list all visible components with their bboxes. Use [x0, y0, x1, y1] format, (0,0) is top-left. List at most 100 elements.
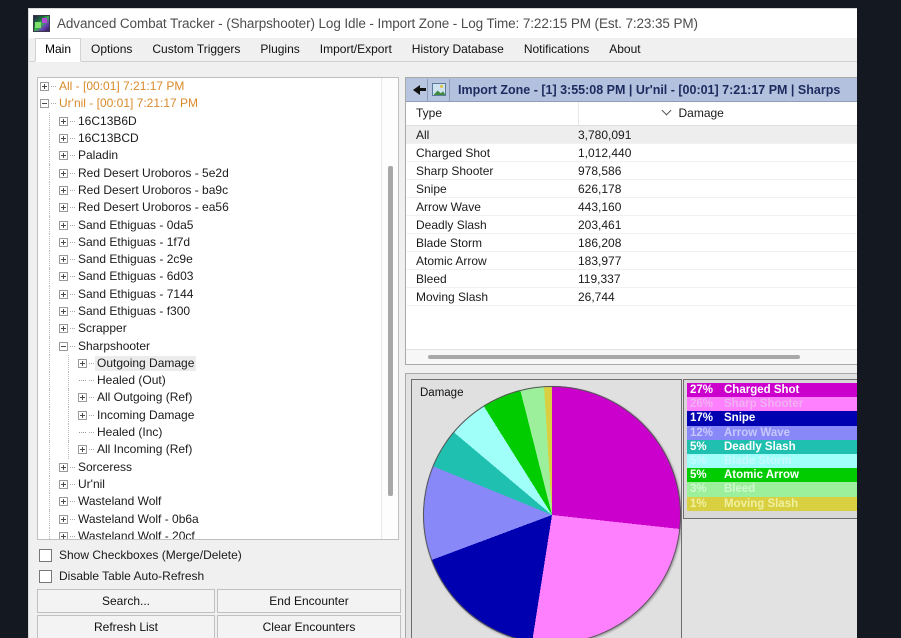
tree-item[interactable]: Sand Ethiguas - 6d03 [38, 268, 381, 286]
tree-item[interactable]: 16C13BCD [38, 129, 381, 148]
tree-expand-icon[interactable] [59, 203, 68, 213]
pie-chart[interactable] [423, 386, 681, 638]
table-row[interactable]: Deadly Slash 203,461 [406, 215, 857, 234]
tree-expand-icon[interactable] [59, 272, 68, 282]
tree-item[interactable]: Wasteland Wolf [38, 493, 381, 511]
tree-item[interactable]: Sand Ethiguas - 1f7d [38, 233, 381, 252]
legend-item[interactable]: 3% Bleed [687, 482, 857, 497]
tree-vertical-scrollbar[interactable] [381, 78, 398, 539]
tree-item[interactable]: Red Desert Uroboros - ba9c [38, 181, 381, 200]
tree-scrollbar-thumb[interactable] [388, 166, 393, 496]
column-header-damage[interactable]: Damage [578, 102, 857, 126]
legend-item[interactable]: 27% Charged Shot [687, 383, 857, 398]
tree-expand-icon[interactable] [78, 358, 87, 368]
table-row[interactable]: Atomic Arrow 183,977 [406, 251, 857, 270]
tree-item[interactable]: Sand Ethiguas - f300 [38, 302, 381, 321]
tree-expand-icon[interactable] [78, 445, 87, 455]
tree-item[interactable]: Scrapper [38, 320, 381, 338]
refresh-list-button[interactable]: Refresh List [37, 615, 215, 638]
tab-plugins[interactable]: Plugins [250, 38, 309, 62]
show-checkboxes-option[interactable]: Show Checkboxes (Merge/Delete) [39, 548, 242, 562]
encounter-tree[interactable]: All - [00:01] 7:21:17 PM Ur'nil - [00:01]… [38, 78, 381, 539]
legend-item[interactable]: 5% Atomic Arrow [687, 468, 857, 483]
tree-item[interactable]: Sharpshooter [38, 337, 381, 356]
tree-expand-icon[interactable] [59, 324, 68, 334]
table-row[interactable]: Moving Slash 26,744 [406, 287, 857, 306]
tree-expand-icon[interactable] [40, 82, 49, 92]
tree-expand-icon[interactable] [78, 393, 87, 403]
tree-item[interactable]: All Incoming (Ref) [38, 441, 381, 459]
tab-import-export[interactable]: Import/Export [310, 38, 402, 62]
tree-item[interactable]: Incoming Damage [38, 406, 381, 425]
table-row[interactable]: All 3,780,091 [406, 125, 857, 144]
tree-expand-icon[interactable] [59, 185, 68, 195]
tree-expand-icon[interactable] [59, 497, 68, 507]
tree-item[interactable]: Healed (Inc) [38, 423, 381, 442]
tree-expand-icon[interactable] [59, 289, 68, 299]
table-row[interactable]: Bleed 119,337 [406, 269, 857, 288]
disable-autorefresh-option[interactable]: Disable Table Auto-Refresh [39, 569, 204, 583]
tree-item-label: Wasteland Wolf - 0b6a [78, 511, 199, 526]
tree-expand-icon[interactable] [78, 410, 87, 420]
tree-expand-icon[interactable] [59, 307, 68, 316]
tree-item[interactable]: All - [00:01] 7:21:17 PM [38, 78, 381, 95]
tree-item[interactable]: Healed (Out) [38, 372, 381, 390]
tree-item[interactable]: Paladin [38, 147, 381, 165]
tree-item[interactable]: Ur'nil - [00:01] 7:21:17 PM [38, 95, 381, 112]
tab-notifications[interactable]: Notifications [514, 38, 599, 62]
tree-item[interactable]: All Outgoing (Ref) [38, 389, 381, 407]
end-encounter-button[interactable]: End Encounter [217, 589, 401, 613]
tree-expand-icon[interactable] [59, 462, 68, 472]
column-header-type[interactable]: Type [406, 102, 579, 126]
tree-item[interactable]: Wasteland Wolf - 20cf [38, 527, 381, 539]
table-row[interactable]: Charged Shot 1,012,440 [406, 143, 857, 162]
table-row[interactable]: Sharp Shooter 978,586 [406, 161, 857, 180]
tree-expand-icon[interactable] [59, 514, 68, 524]
legend-item[interactable]: 1% Moving Slash [687, 496, 857, 511]
tree-expand-icon[interactable] [59, 479, 68, 489]
tree-item[interactable]: Sand Ethiguas - 0da5 [38, 216, 381, 234]
tree-expand-icon[interactable] [59, 531, 68, 539]
table-row[interactable]: Arrow Wave 443,160 [406, 197, 857, 216]
show-checkboxes-checkbox[interactable] [39, 548, 52, 562]
tree-item[interactable]: Outgoing Damage [38, 354, 381, 373]
search-button[interactable]: Search... [37, 589, 215, 613]
table-scrollbar-thumb[interactable] [428, 355, 800, 359]
tab-about[interactable]: About [599, 38, 650, 62]
legend-item[interactable]: 5% Deadly Slash [687, 439, 857, 454]
tree-expand-icon[interactable] [59, 168, 68, 178]
tab-options[interactable]: Options [81, 38, 142, 62]
tree-item[interactable]: Ur'nil [38, 475, 381, 494]
tree-indent-guide [40, 181, 59, 200]
legend-item[interactable]: 17% Snipe [687, 411, 857, 426]
table-horizontal-scrollbar[interactable] [406, 349, 857, 364]
table-row[interactable]: Snipe 626,178 [406, 179, 857, 198]
tree-item[interactable]: Red Desert Uroboros - 5e2d [38, 164, 381, 183]
tree-expand-icon[interactable] [59, 151, 68, 161]
tree-collapse-icon[interactable] [40, 99, 49, 109]
disable-autorefresh-checkbox[interactable] [39, 569, 52, 583]
legend-item[interactable]: 26% Sharp Shooter [687, 397, 857, 412]
tree-item[interactable]: Sand Ethiguas - 7144 [38, 285, 381, 304]
tree-item[interactable]: Sand Ethiguas - 2c9e [38, 250, 381, 269]
tree-item[interactable]: Red Desert Uroboros - ea56 [38, 199, 381, 217]
table-row[interactable]: Blade Storm 186,208 [406, 233, 857, 252]
chart-view-button[interactable] [428, 78, 450, 101]
tree-expand-icon[interactable] [59, 220, 68, 230]
tree-item-label: Ur'nil - [00:01] 7:21:17 PM [59, 96, 199, 111]
tree-item[interactable]: 16C13B6D [38, 112, 381, 131]
back-button[interactable] [406, 78, 428, 101]
tree-item[interactable]: Sorceress [38, 458, 381, 477]
clear-encounters-button[interactable]: Clear Encounters [217, 615, 401, 638]
tree-expand-icon[interactable] [59, 237, 68, 247]
tab-custom-triggers[interactable]: Custom Triggers [142, 38, 250, 62]
legend-item[interactable]: 5% Blade Storm [687, 453, 857, 469]
tree-collapse-icon[interactable] [59, 341, 68, 351]
tree-expand-icon[interactable] [59, 134, 68, 144]
tab-main[interactable]: Main [35, 38, 82, 62]
tree-item[interactable]: Wasteland Wolf - 0b6a [38, 510, 381, 529]
tree-expand-icon[interactable] [59, 116, 68, 126]
legend-item[interactable]: 12% Arrow Wave [687, 425, 857, 440]
tab-history-database[interactable]: History Database [402, 38, 514, 62]
tree-expand-icon[interactable] [59, 255, 68, 265]
